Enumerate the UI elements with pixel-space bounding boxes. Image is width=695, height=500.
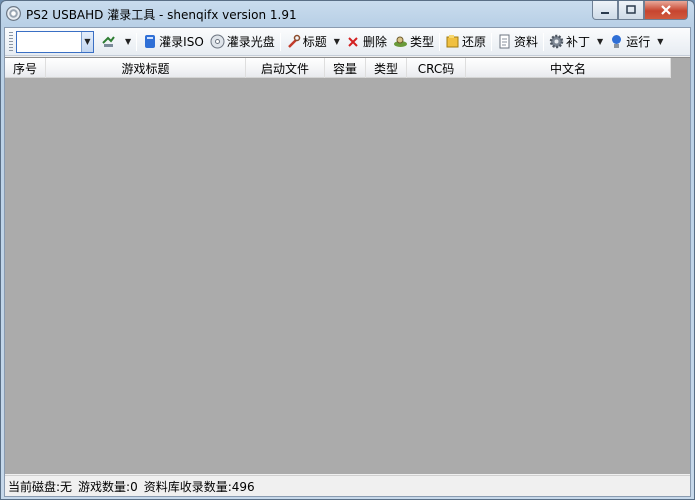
toolbar: ▼ ▼ 灌录ISO 灌录光盘 标题 ▼ 删除 类型 还原 资料 补丁 ▼ 运行 … [5,28,690,56]
column-header-index[interactable]: 序号 [5,58,46,78]
column-header-boot-file[interactable]: 启动文件 [246,58,325,78]
toolbar-separator [438,32,440,51]
toolbar-separator [279,32,281,51]
column-header-chinese-name[interactable]: 中文名 [466,58,671,78]
type-button[interactable]: 类型 [390,31,437,53]
chevron-down-icon[interactable]: ▼ [81,31,93,52]
maximize-icon [626,5,636,14]
chevron-down-icon[interactable]: ▼ [657,37,663,46]
burn-disc-label: 灌录光盘 [226,35,275,49]
disc-app-icon [6,6,21,21]
title-label: 标题 [302,35,327,49]
chevron-down-icon[interactable]: ▼ [125,37,131,46]
delete-icon [346,34,361,49]
list-header: 序号 游戏标题 启动文件 容量 类型 CRC码 中文名 [5,58,671,78]
patch-button[interactable]: 补丁 ▼ [546,31,606,53]
type-label: 类型 [409,35,434,49]
run-icon [609,34,624,49]
burn-disc-icon [210,34,225,49]
minimize-button[interactable] [592,1,618,20]
toolbar-separator [491,32,492,51]
close-button[interactable] [644,1,688,20]
main-window: PS2 USBAHD 灌录工具 - shenqifx version 1.91 … [0,0,695,500]
info-label: 资料 [514,35,539,49]
status-game-count: 游戏数量:0 [78,479,138,494]
title-bar[interactable]: PS2 USBAHD 灌录工具 - shenqifx version 1.91 [1,1,694,26]
info-button[interactable]: 资料 [494,31,541,53]
column-header-game-title[interactable]: 游戏标题 [46,58,246,78]
drive-refresh-icon [101,34,116,49]
toolbar-separator [136,32,138,51]
status-bar: 当前磁盘:无 游戏数量:0 资料库收录数量:496 [5,475,690,496]
delete-button[interactable]: 删除 [343,31,390,53]
restore-button[interactable]: 还原 [442,31,489,53]
info-icon [497,34,512,49]
status-current-disk: 当前磁盘:无 [8,479,73,494]
window-title: PS2 USBAHD 灌录工具 - shenqifx version 1.91 [26,8,297,22]
chevron-down-icon[interactable]: ▼ [597,37,603,46]
burn-iso-button[interactable]: 灌录ISO [139,31,207,53]
client-area: ▼ ▼ 灌录ISO 灌录光盘 标题 ▼ 删除 类型 还原 资料 补丁 ▼ 运行 … [4,27,691,497]
column-header-size[interactable]: 容量 [325,58,366,78]
window-controls [592,1,688,20]
minimize-icon [601,12,609,14]
column-header-type[interactable]: 类型 [366,58,407,78]
status-db-count: 资料库收录数量:496 [143,479,255,494]
wrench-icon [286,34,301,49]
title-button[interactable]: 标题 ▼ [283,31,343,53]
restore-label: 还原 [461,35,486,49]
burn-iso-label: 灌录ISO [159,35,204,49]
toolbar-grip[interactable] [9,31,13,52]
patch-gear-icon [549,34,564,49]
game-list[interactable]: 序号 游戏标题 启动文件 容量 类型 CRC码 中文名 [5,57,690,474]
toolbar-separator [543,32,545,51]
drive-select[interactable]: ▼ [16,30,94,53]
maximize-button[interactable] [618,1,644,20]
burn-disc-button[interactable]: 灌录光盘 [207,31,278,53]
column-header-crc[interactable]: CRC码 [407,58,466,78]
type-icon [393,34,408,49]
burn-iso-icon [142,34,157,49]
chevron-down-icon[interactable]: ▼ [334,37,340,46]
run-button[interactable]: 运行 ▼ [606,31,666,53]
drive-refresh-button[interactable]: ▼ [98,31,134,53]
run-label: 运行 [626,35,651,49]
patch-label: 补丁 [566,35,591,49]
delete-label: 删除 [362,35,387,49]
restore-icon [445,34,460,49]
close-icon [661,5,671,15]
